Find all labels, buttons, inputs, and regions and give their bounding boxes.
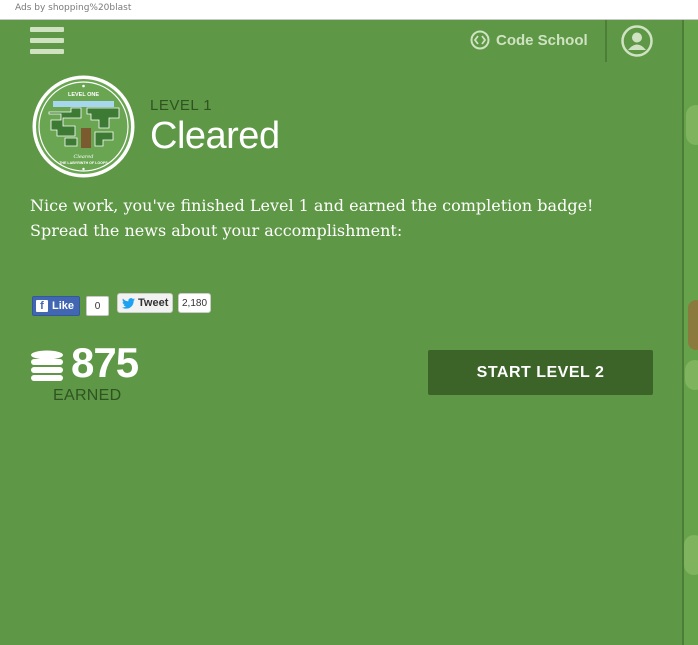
coin-stack-icon <box>31 350 63 381</box>
points-value: 875 <box>71 339 139 386</box>
level-label: LEVEL 1 <box>150 97 213 114</box>
background-scenery-strip <box>682 20 698 645</box>
tweet-label: Tweet <box>138 297 169 309</box>
brand-label: Code School <box>496 31 588 49</box>
tweet-button[interactable]: Tweet <box>117 293 174 313</box>
facebook-icon: f <box>36 300 48 312</box>
facebook-like-label: Like <box>52 300 75 312</box>
start-level-2-button[interactable]: START LEVEL 2 <box>428 350 653 395</box>
code-school-logo-link[interactable]: Code School <box>470 29 588 51</box>
code-brackets-icon <box>470 30 490 50</box>
facebook-like-count: 0 <box>86 296 109 316</box>
user-avatar-icon[interactable] <box>621 25 653 57</box>
badge-script-text: Cleared <box>74 154 94 160</box>
badge-bottom-text: THE LABYRINTH OF LOOPS <box>59 161 108 165</box>
header-divider <box>605 20 607 62</box>
level-badge-image: LEVEL ONE Cleared THE LABYRINTH OF LOOPS <box>32 75 135 178</box>
tweet-count: 2,180 <box>178 293 212 313</box>
level-status-title: Cleared <box>150 115 280 157</box>
facebook-like-button[interactable]: f Like <box>32 296 81 316</box>
points-earned-label: EARNED <box>53 387 122 404</box>
ad-bar-text: Ads by shopping%20blast <box>15 3 132 13</box>
message-line-2: Spread the news about your accomplishmen… <box>30 221 403 240</box>
message-line-1: Nice work, you've finished Level 1 and e… <box>30 196 594 215</box>
hamburger-menu-icon[interactable] <box>30 27 64 57</box>
ad-bar: Ads by shopping%20blast <box>0 0 698 20</box>
badge-top-text: LEVEL ONE <box>68 92 99 98</box>
completion-message: Nice work, you've finished Level 1 and e… <box>30 193 650 243</box>
twitter-bird-icon <box>122 297 135 309</box>
